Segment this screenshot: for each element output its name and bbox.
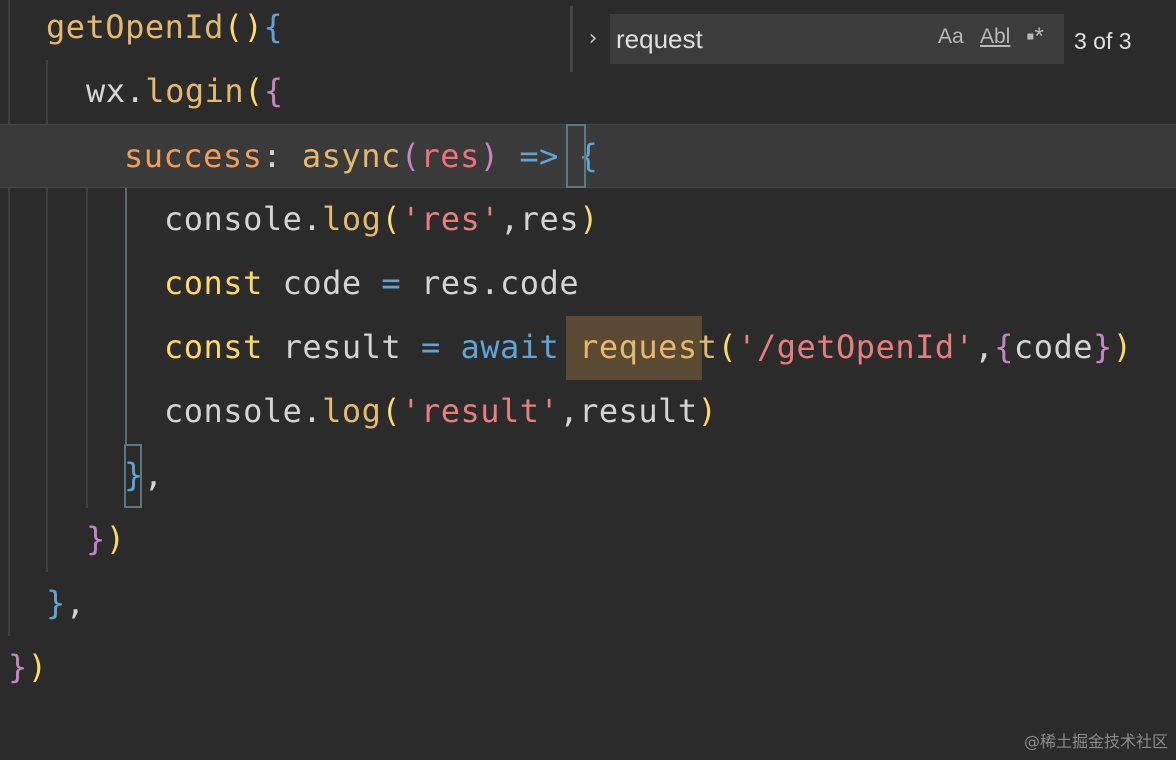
token-comma: , (974, 328, 995, 366)
token-string: 'result' (401, 392, 560, 430)
match-case-toggle[interactable]: Aa (938, 14, 964, 64)
code-line-6[interactable]: const result = await request('/getOpenId… (0, 315, 1176, 379)
token-brace: } (8, 648, 28, 686)
regex-toggle[interactable]: ▪* (1026, 14, 1044, 64)
token-variable: result (262, 328, 421, 366)
token-dot: . (302, 392, 323, 430)
token-string: 'res' (401, 200, 501, 238)
token-paren: ( (717, 328, 738, 366)
token-property: code (500, 264, 580, 302)
token-function-match: request (579, 328, 718, 366)
token-brace: { (263, 72, 284, 110)
token-object: wx (86, 72, 126, 110)
token-paren: ) (479, 137, 520, 175)
token-comma: , (65, 584, 86, 622)
token-paren: ( (244, 72, 264, 110)
token-paren: ) (1112, 328, 1133, 366)
token-paren: ( (381, 392, 402, 430)
token-keyword: const (164, 328, 263, 366)
token-variable: res (401, 264, 481, 302)
code-line-7[interactable]: console.log('result',result) (0, 379, 1176, 443)
code-editor[interactable]: getOpenId(){ wx.login({ success: async(r… (0, 0, 1176, 760)
token-brace: { (994, 328, 1014, 366)
token-param: res (420, 137, 480, 175)
code-line-10[interactable]: }, (0, 571, 1176, 635)
token-string: '/getOpenId' (737, 328, 975, 366)
token-keyword: async (301, 137, 401, 175)
find-input-value[interactable]: request (616, 14, 703, 64)
token-operator: = (381, 264, 402, 302)
token-variable: res (519, 200, 580, 238)
token-operator: = (420, 328, 441, 366)
token-variable: code (1013, 328, 1093, 366)
token-brace: } (46, 584, 66, 622)
match-count: 3 of 3 (1074, 28, 1132, 54)
code-line-11[interactable]: }) (0, 635, 1176, 699)
token-paren: ) (697, 392, 718, 430)
token-dot: . (125, 72, 146, 110)
token-property: success (124, 137, 263, 175)
code-line-3-active[interactable]: success: async(res) => { (0, 124, 1176, 188)
token-method: log (322, 392, 382, 430)
watermark: @稀土掘金技术社区 (1023, 732, 1168, 751)
token-keyword: const (164, 264, 263, 302)
code-line-5[interactable]: const code = res.code (0, 251, 1176, 315)
bracket-match-open (566, 124, 586, 188)
token-dot: . (480, 264, 501, 302)
token-colon: : (262, 137, 302, 175)
code-line-9[interactable]: }) (0, 507, 1176, 571)
token-paren: () (223, 8, 264, 46)
chevron-right-icon[interactable]: › (584, 24, 602, 54)
token-arrow: => (519, 137, 559, 175)
find-widget-sash[interactable] (570, 6, 573, 72)
token-variable: result (579, 392, 698, 430)
token-method: log (322, 200, 382, 238)
token-paren: ( (381, 200, 402, 238)
token-dot: . (302, 200, 323, 238)
whole-word-toggle[interactable]: Abl (980, 14, 1010, 64)
token-paren: ( (400, 137, 421, 175)
token-brace: } (124, 456, 144, 494)
token-object: console (164, 200, 303, 238)
token-paren: ) (579, 200, 599, 238)
token-object: console (164, 392, 303, 430)
token-paren: ) (27, 648, 48, 686)
find-widget: › request Aa Abl ▪* 3 of 3 (570, 0, 1176, 72)
token-brace: } (86, 520, 106, 558)
code-line-4[interactable]: console.log('res',res) (0, 187, 1176, 251)
token-variable: code (262, 264, 382, 302)
code-line-8[interactable]: }, (0, 443, 1176, 507)
token-comma: , (143, 456, 164, 494)
token-await: await (460, 328, 560, 366)
token-comma: , (559, 392, 580, 430)
token-function: getOpenId (46, 8, 224, 46)
token-brace: { (263, 8, 284, 46)
find-input[interactable]: request Aa Abl ▪* (610, 14, 1064, 64)
token-paren: ) (105, 520, 126, 558)
token-comma: , (500, 200, 520, 238)
token-method: login (145, 72, 245, 110)
token-brace: } (1092, 328, 1113, 366)
